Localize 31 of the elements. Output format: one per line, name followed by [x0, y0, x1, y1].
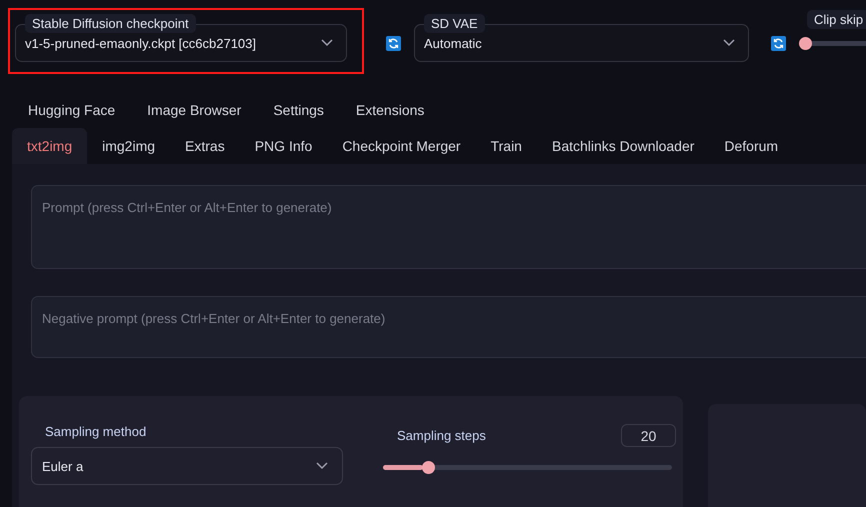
tab[interactable]: Train — [476, 128, 537, 164]
vae-dropdown[interactable]: SD VAE Automatic — [414, 14, 749, 62]
tab[interactable]: Batchlinks Downloader — [536, 128, 710, 164]
tab[interactable]: Checkpoint Merger — [327, 128, 476, 164]
chevron-icon — [723, 39, 735, 47]
prompt-field[interactable]: Prompt (press Ctrl+Enter or Alt+Enter to generate) — [31, 185, 866, 269]
steps-slider[interactable] — [383, 461, 672, 474]
tab[interactable]: Settings — [257, 96, 340, 124]
chevron-icon — [321, 39, 333, 47]
tab[interactable]: Hugging Face — [12, 96, 132, 124]
field-label: Sampling steps — [397, 428, 486, 443]
refresh-icon[interactable] — [771, 36, 786, 51]
tab[interactable]: img2img — [87, 128, 170, 164]
sampling-method-dropdown[interactable]: Euler a — [31, 447, 343, 485]
tab[interactable]: Image Browser — [131, 96, 258, 124]
slider-thumb[interactable] — [799, 37, 812, 50]
tab[interactable]: Deforum — [709, 128, 794, 164]
field-label: Sampling method — [44, 424, 148, 439]
refresh-icon[interactable] — [386, 36, 401, 51]
checkpoint-dropdown[interactable]: Stable Diffusion checkpoint v1-5-pruned-emaonly.ckpt [cc6cb27103] — [15, 14, 347, 62]
field-label: Clip skip — [807, 10, 866, 29]
negative-prompt-field[interactable]: Negative prompt (press Ctrl+Enter or Alt+Enter to generate) — [31, 296, 866, 358]
tab[interactable]: PNG Info — [240, 128, 328, 164]
field-label: SD VAE — [424, 14, 485, 33]
steps-input[interactable]: 20 — [621, 424, 676, 447]
tab[interactable]: Extensions — [340, 96, 440, 124]
tab[interactable]: txt2img — [12, 128, 88, 164]
chevron-icon — [316, 462, 328, 470]
field-label: Stable Diffusion checkpoint — [25, 14, 196, 33]
slider-thumb[interactable] — [422, 461, 435, 474]
tab[interactable]: Extras — [170, 128, 240, 164]
